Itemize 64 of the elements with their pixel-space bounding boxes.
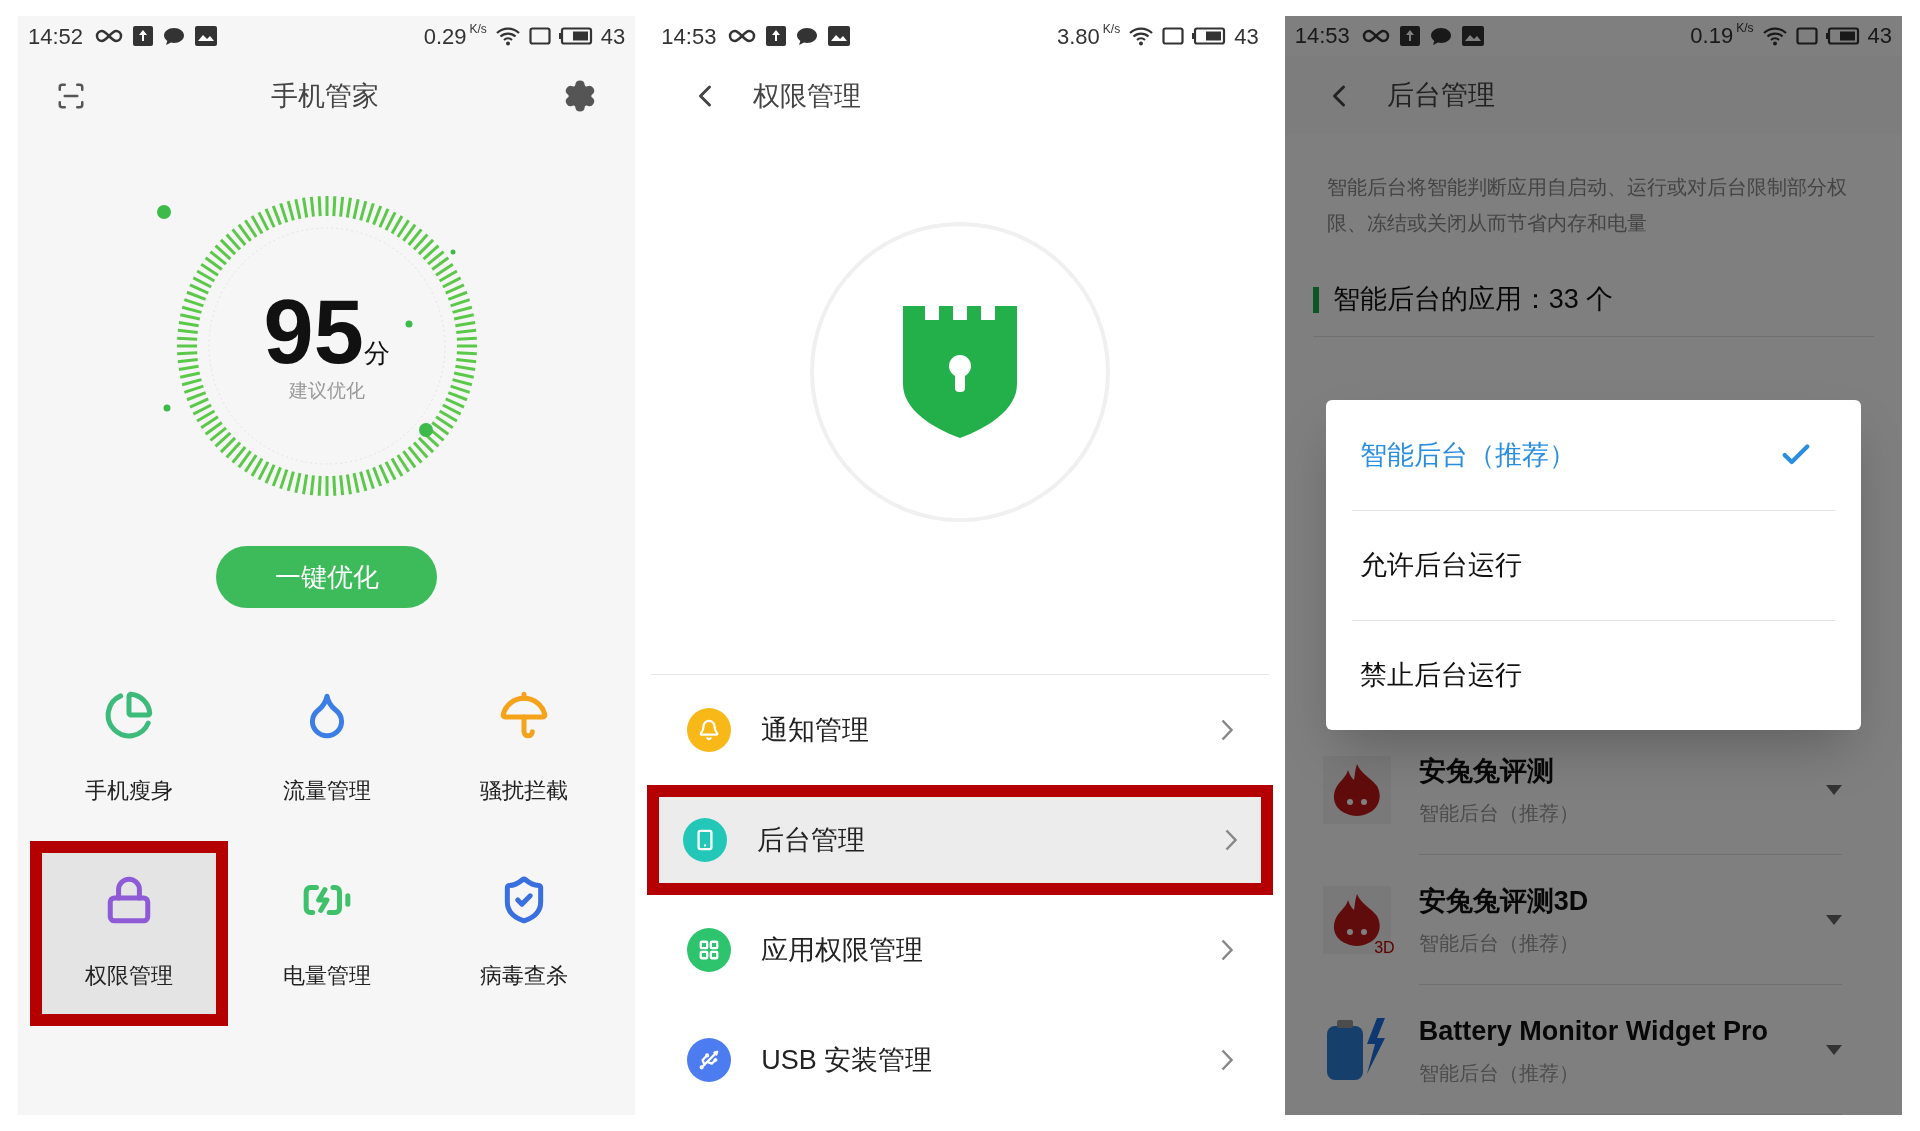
upload-notification-icon xyxy=(766,26,787,46)
settings-list-item[interactable]: USB 安装管理 xyxy=(651,1005,1269,1115)
chevron-icon xyxy=(1220,1049,1233,1071)
tool-tile[interactable]: 流量管理 xyxy=(227,656,426,841)
umbrella-icon xyxy=(499,690,550,740)
flame-icon xyxy=(1331,762,1382,818)
image-notification-icon xyxy=(828,26,851,46)
section-heading: 智能后台的应用：33 个 xyxy=(1332,283,1614,317)
chevron-icon xyxy=(1220,939,1233,961)
castle-shield-icon xyxy=(903,306,1017,438)
battery-icon xyxy=(1825,26,1860,45)
app-name: 安兔兔评测 xyxy=(1418,755,1555,789)
battery-level: 43 xyxy=(1867,22,1892,51)
tool-tile[interactable]: 骚扰拦截 xyxy=(425,656,624,841)
dropdown-arrow-icon[interactable] xyxy=(1826,1044,1842,1055)
wifi-icon xyxy=(1761,25,1788,46)
infinity-icon xyxy=(95,29,124,43)
screen-title: 后台管理 xyxy=(1386,79,1495,113)
score-unit: 分 xyxy=(363,337,390,370)
settings-list-item[interactable]: 应用权限管理 xyxy=(651,895,1269,1005)
infinity-icon xyxy=(728,29,757,43)
pie-icon xyxy=(103,690,154,740)
app-name: 安兔兔评测3D xyxy=(1418,885,1589,919)
battery-icon xyxy=(558,27,593,45)
wifi-icon xyxy=(494,26,521,46)
image-notification-icon xyxy=(1461,25,1484,46)
upload-notification-icon xyxy=(133,26,154,46)
tool-tile[interactable]: 病毒查杀 xyxy=(425,841,624,1026)
dialog-option[interactable]: 禁止后台运行 xyxy=(1351,620,1835,730)
dialog-option[interactable]: 允许后台运行 xyxy=(1351,510,1835,620)
chat-bubble-icon xyxy=(1429,25,1452,46)
wifi-icon xyxy=(1128,26,1155,46)
screen-title: 手机管家 xyxy=(270,79,379,113)
dropdown-arrow-icon[interactable] xyxy=(1826,914,1842,925)
chevron-icon xyxy=(1224,829,1237,851)
battery-level: 43 xyxy=(1234,22,1259,51)
tool-tile[interactable]: 权限管理 xyxy=(30,841,228,1026)
screen-icon xyxy=(1795,26,1818,45)
chat-bubble-icon xyxy=(796,26,819,46)
battery-icon xyxy=(1192,27,1227,45)
screen-icon xyxy=(528,27,551,45)
infinity-icon xyxy=(1361,28,1390,43)
chat-bubble-icon xyxy=(163,26,186,46)
score-value: 95 xyxy=(263,286,364,377)
section-marker xyxy=(1312,286,1319,313)
chevron-icon xyxy=(1220,719,1233,741)
status-time: 14:53 xyxy=(1294,22,1350,51)
settings-list-item[interactable]: 通知管理 xyxy=(651,675,1269,785)
screen-title: 权限管理 xyxy=(753,79,862,113)
battery-level: 43 xyxy=(600,22,626,51)
app-name: Battery Monitor Widget Pro xyxy=(1418,1015,1768,1049)
image-notification-icon xyxy=(195,26,218,46)
settings-list-item[interactable]: 后台管理 xyxy=(647,785,1273,895)
description-text: 智能后台将智能判断应用自启动、运行或对后台限制部分权限、冻结或关闭从而节省内存和电量 xyxy=(1325,175,1848,237)
status-time: 14:53 xyxy=(661,22,717,51)
scan-icon[interactable] xyxy=(56,81,86,111)
tool-tile[interactable]: 手机瘦身 xyxy=(30,656,228,841)
dropdown-arrow-icon[interactable] xyxy=(1826,784,1842,795)
status-time: 14:52 xyxy=(28,22,84,51)
score-caption: 建议优化 xyxy=(288,378,365,403)
tool-tile[interactable]: 电量管理 xyxy=(227,841,426,1026)
screen-icon xyxy=(1162,27,1185,45)
upload-notification-icon xyxy=(1399,25,1420,46)
app-icon-label: 3D xyxy=(1374,938,1395,958)
